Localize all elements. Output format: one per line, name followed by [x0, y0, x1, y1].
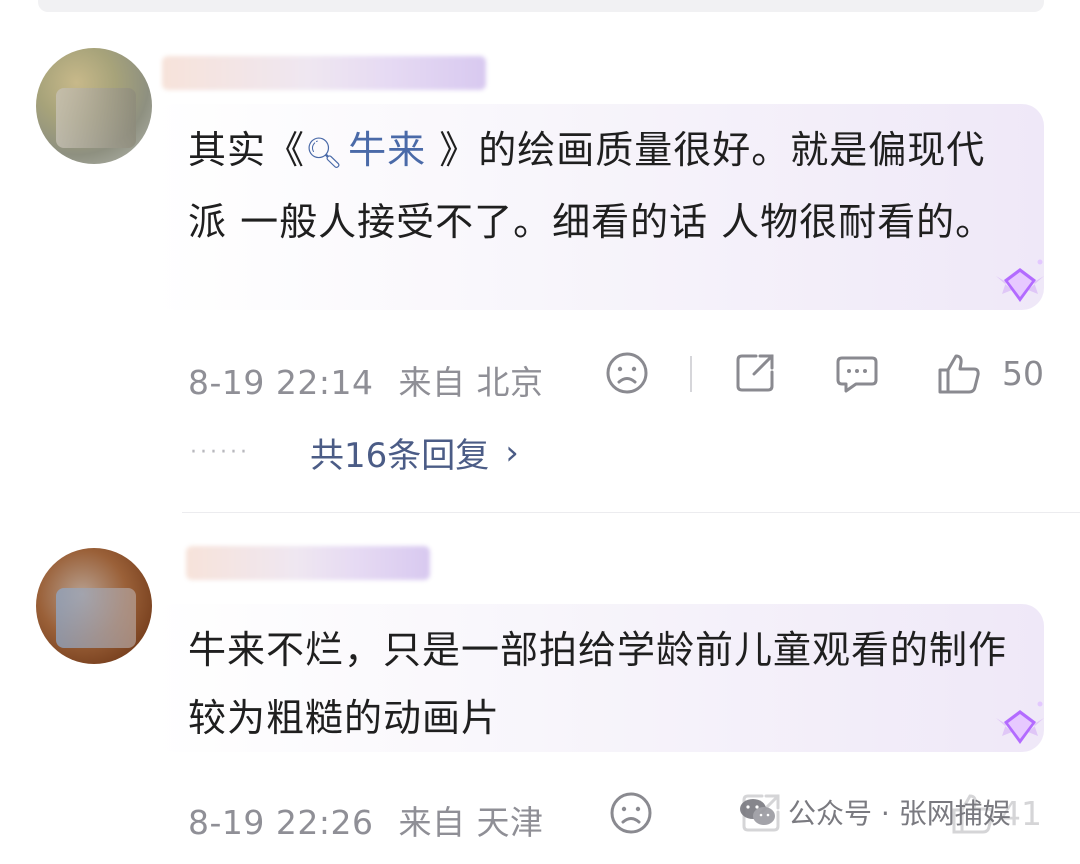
chevron-right-icon: › [505, 432, 519, 473]
sad-face-icon [606, 352, 648, 394]
dislike-button[interactable] [608, 790, 654, 836]
comment-meta: 8-19 22:26 来自 天津 [188, 796, 544, 844]
comment-bubble[interactable]: 牛来不烂，只是一部拍给学龄前儿童观看的制作较为粗糙的动画片 [152, 604, 1044, 752]
comment-button[interactable] [834, 350, 880, 396]
purple-gem-badge-icon [996, 701, 1044, 744]
comment-text: 其实《🔍︎ 牛来 》的绘画质量很好。就是偏现代派 一般人接受不了。细看的话 人物很… [188, 116, 1008, 256]
wechat-icon [740, 799, 775, 825]
divider [690, 356, 692, 392]
sad-face-icon [610, 792, 652, 834]
avatar[interactable] [36, 548, 152, 664]
timestamp: 8-19 22:14 [188, 363, 374, 402]
like-count: 50 [1002, 353, 1044, 393]
replies-label: 共16条回复 [309, 436, 490, 476]
thumbs-up-icon [938, 354, 980, 394]
watermark: 公众号 · 张网捕娱 [738, 792, 1011, 832]
share-button[interactable] [732, 350, 778, 396]
comment-icon [836, 356, 878, 393]
view-replies-link[interactable]: ······ 共16条回复 › [190, 428, 519, 477]
dislike-button[interactable] [604, 350, 650, 396]
timestamp: 8-19 22:26 [188, 803, 374, 842]
comment-meta: 8-19 22:14 来自 北京 [188, 356, 544, 404]
purple-gem-badge-icon [996, 259, 1044, 302]
like-button[interactable]: 50 [936, 350, 1044, 396]
comment-text: 牛来不烂，只是一部拍给学龄前儿童观看的制作较为粗糙的动画片 [188, 628, 1008, 740]
username-blurred[interactable] [162, 56, 486, 90]
share-icon [736, 354, 774, 392]
search-icon: 🔍︎ [305, 136, 345, 171]
location: 来自 北京 [398, 363, 544, 402]
comment-bubble[interactable]: 其实《🔍︎ 牛来 》的绘画质量很好。就是偏现代派 一般人接受不了。细看的话 人物很… [152, 104, 1044, 310]
location: 来自 天津 [398, 803, 544, 842]
watermark-label: 公众号 · 张网捕娱 [788, 797, 1011, 830]
reply-dots: ······ [190, 440, 250, 465]
avatar[interactable] [36, 48, 152, 164]
topic-link[interactable]: 🔍︎ 牛来 [305, 128, 426, 172]
previous-comment-edge [38, 0, 1044, 12]
username-blurred[interactable] [186, 546, 430, 580]
comment-divider [182, 512, 1080, 513]
